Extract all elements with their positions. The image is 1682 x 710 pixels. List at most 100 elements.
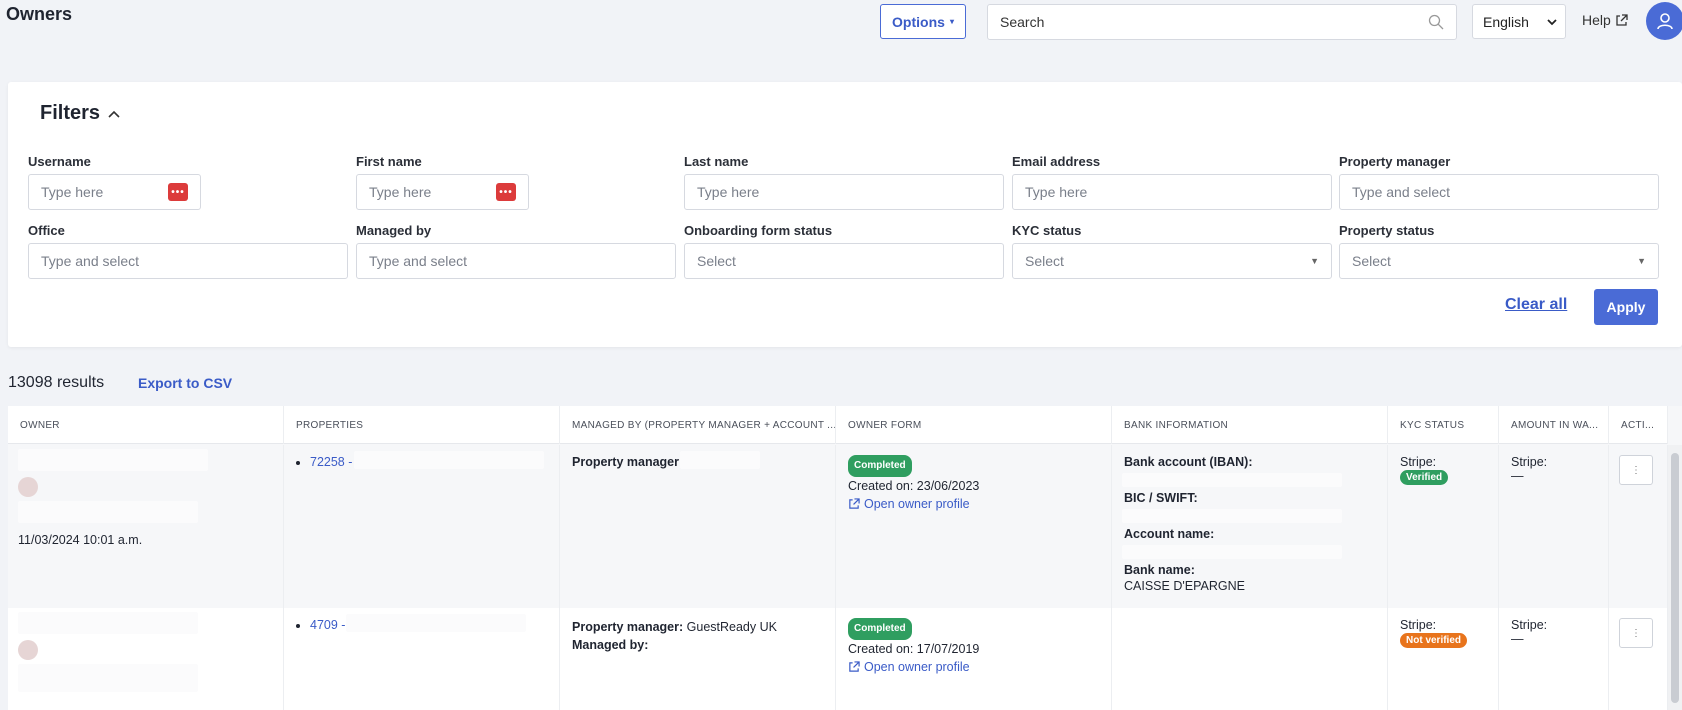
password-manager-icon[interactable]: •••: [496, 183, 516, 201]
email-field[interactable]: Type here: [1012, 174, 1332, 210]
caret-down-icon: ▼: [1637, 256, 1646, 266]
last-name-field[interactable]: Type here: [684, 174, 1004, 210]
properties-cell: 4709 -: [284, 608, 560, 710]
table-row[interactable]: 4709 - Property manager: GuestReady UK M…: [8, 608, 1668, 710]
owner-avatar: [18, 477, 38, 497]
table-scrollbar[interactable]: [1668, 445, 1682, 710]
account-name-label: Account name:: [1124, 527, 1215, 541]
amount-provider: Stripe:: [1511, 618, 1548, 632]
open-owner-profile-link[interactable]: Open owner profile: [848, 495, 1099, 513]
results-count: 13098 results: [8, 374, 105, 391]
search-icon[interactable]: [1428, 14, 1444, 30]
onboarding-status-label: Onboarding form status: [684, 223, 833, 238]
caret-down-icon: ▼: [1310, 256, 1319, 266]
pm-label: Property manager:: [572, 455, 684, 469]
user-icon: [1657, 13, 1673, 30]
kyc-status-label: KYC status: [1012, 223, 1082, 238]
search-input[interactable]: [1000, 14, 1428, 30]
amount-cell: Stripe: —: [1499, 445, 1609, 608]
property-status-label: Property status: [1339, 223, 1435, 238]
pm-value: GuestReady UK: [686, 620, 777, 634]
kyc-status-select[interactable]: Select ▼: [1012, 243, 1332, 279]
amount-value: —: [1511, 632, 1524, 646]
filters-title: Filters: [40, 102, 101, 124]
property-status-select[interactable]: Select ▼: [1339, 243, 1659, 279]
bic-label: BIC / SWIFT:: [1124, 491, 1198, 505]
onboarding-status-field[interactable]: Select: [684, 243, 1004, 279]
owner-form-cell: Completed Created on: 17/07/2019 Open ow…: [836, 608, 1112, 710]
column-header-bank-info[interactable]: Bank information: [1112, 406, 1388, 444]
redacted-info: [18, 501, 198, 523]
external-link-icon: [1616, 13, 1628, 26]
language-select[interactable]: English: [1472, 4, 1566, 39]
managed-by-field[interactable]: Type and select: [356, 243, 676, 279]
redacted-account-name: [1122, 545, 1342, 559]
first-name-field[interactable]: Type here •••: [356, 174, 529, 210]
redacted-pm: [680, 451, 760, 469]
first-name-label: First name: [356, 154, 422, 169]
help-link[interactable]: Help: [1582, 12, 1628, 28]
office-placeholder: Type and select: [41, 253, 140, 269]
bullet: [296, 623, 300, 628]
scrollbar-thumb[interactable]: [1671, 453, 1679, 703]
office-field[interactable]: Type and select: [28, 243, 348, 279]
open-owner-profile-label: Open owner profile: [864, 660, 970, 674]
owner-avatar: [18, 640, 38, 660]
property-link[interactable]: 4709 -: [310, 618, 345, 632]
kyc-status-cell: Stripe: Verified: [1388, 445, 1499, 608]
more-actions-button[interactable]: ⋮: [1619, 618, 1653, 648]
column-header-owner-form[interactable]: Owner form: [836, 406, 1112, 444]
form-status-badge: Completed: [848, 618, 912, 640]
column-header-kyc-status[interactable]: KYC status: [1388, 406, 1499, 444]
column-header-amount[interactable]: Amount in wa...: [1499, 406, 1609, 444]
clear-all-link[interactable]: Clear all: [1505, 296, 1567, 314]
column-header-properties[interactable]: Properties: [284, 406, 560, 444]
open-owner-profile-link[interactable]: Open owner profile: [848, 658, 1099, 676]
managed-by-cell: Property manager:: [560, 445, 836, 608]
options-button[interactable]: Options ▾: [880, 4, 966, 39]
external-link-icon: [849, 498, 860, 509]
bank-name-value: CAISSE D'EPARGNE: [1124, 579, 1245, 593]
filters-toggle[interactable]: Filters: [40, 102, 120, 125]
property-link[interactable]: 72258 -: [310, 455, 352, 469]
password-manager-icon[interactable]: •••: [168, 183, 188, 201]
column-header-owner[interactable]: Owner: [8, 406, 284, 444]
property-manager-field[interactable]: Type and select: [1339, 174, 1659, 210]
owner-cell: 11/03/2024 10:01 a.m.: [8, 445, 284, 608]
bullet: [296, 460, 300, 465]
kyc-provider: Stripe:: [1400, 455, 1437, 469]
redacted-iban: [1122, 473, 1342, 487]
kyc-status-cell: Stripe: Not verified: [1388, 608, 1499, 710]
redacted-name: [18, 449, 208, 471]
pm-label: Property manager:: [572, 620, 684, 634]
owner-cell: [8, 608, 284, 710]
username-field[interactable]: Type here •••: [28, 174, 201, 210]
apply-button[interactable]: Apply: [1594, 289, 1658, 325]
more-vertical-icon: ⋮: [1631, 627, 1641, 639]
column-header-managed-by[interactable]: Managed by (property manager + account .…: [560, 406, 836, 444]
last-name-placeholder: Type here: [697, 184, 760, 200]
username-label: Username: [28, 154, 91, 169]
iban-label: Bank account (IBAN):: [1124, 455, 1253, 469]
amount-cell: Stripe: —: [1499, 608, 1609, 710]
page-title: Owners: [6, 4, 73, 24]
export-csv-link[interactable]: Export to CSV: [138, 375, 232, 391]
bank-name-label: Bank name:: [1124, 563, 1195, 577]
bank-info-cell: Bank account (IBAN): BIC / SWIFT: Accoun…: [1112, 445, 1388, 608]
user-avatar-button[interactable]: [1646, 2, 1682, 40]
kyc-status-badge: Not verified: [1400, 633, 1468, 648]
amount-value: —: [1511, 469, 1524, 483]
open-owner-profile-label: Open owner profile: [864, 497, 970, 511]
actions-cell: ⋮: [1609, 445, 1668, 608]
table-row[interactable]: 11/03/2024 10:01 a.m. 72258 - Property m…: [8, 445, 1668, 608]
more-actions-button[interactable]: ⋮: [1619, 455, 1653, 485]
redacted-property-name: [354, 451, 544, 469]
managed-by-cell: Property manager: GuestReady UK Managed …: [560, 608, 836, 710]
kyc-status-badge: Verified: [1400, 470, 1449, 485]
managed-by-label: Managed by:: [572, 638, 649, 652]
search-box[interactable]: [987, 4, 1457, 40]
table-header: Owner Properties Managed by (property ma…: [8, 406, 1668, 444]
form-created-on: Created on: 17/07/2019: [848, 642, 980, 656]
property-manager-label: Property manager: [1339, 154, 1451, 169]
column-header-actions[interactable]: Acti...: [1609, 406, 1668, 444]
